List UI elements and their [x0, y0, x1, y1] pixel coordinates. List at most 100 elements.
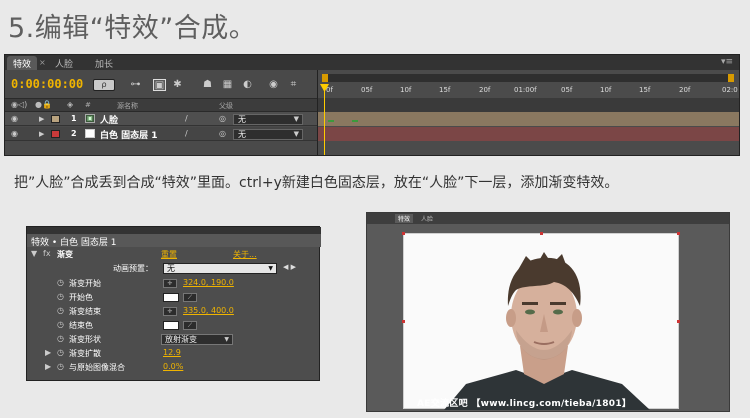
layer-duration-bar[interactable] [318, 127, 739, 141]
property-value[interactable]: 324.0, 190.0 [183, 278, 234, 287]
transform-handle[interactable] [402, 232, 405, 235]
composition-preview-panel: 特效 人脸 AE交流区吧 【www.lincg.com/tieba/1801】 [366, 212, 730, 412]
chevron-down-icon: ▼ [224, 336, 229, 343]
shy-layers-icon[interactable]: ☗ [201, 79, 214, 91]
layer-name[interactable]: 人脸 [100, 113, 118, 126]
expand-triangle-icon[interactable]: ▶ [39, 115, 44, 123]
end-color-swatch[interactable] [163, 321, 179, 330]
effect-name[interactable]: 渐变 [57, 249, 73, 260]
layer-search-input[interactable]: ρ [93, 79, 115, 91]
about-link[interactable]: 关于... [233, 249, 257, 260]
layer-column-header: ◉◁) ●🔒 ◈ # 源名称 父级 [5, 98, 317, 112]
stopwatch-icon[interactable]: ◷ [57, 348, 64, 357]
brainstorm-icon[interactable]: ◉ [267, 79, 280, 91]
page-heading: 5.编辑“特效”合成。 [8, 13, 257, 44]
preset-label: 动画预置： [113, 264, 153, 273]
layer-row[interactable]: ◉ ▶ 1 ▣ 人脸 / ◎ 无 ▼ [5, 112, 317, 126]
animation-preset-select[interactable]: 无 ▼ [163, 263, 277, 274]
ruler-tick-label: 02:0 [722, 86, 738, 94]
tab-face-comp[interactable]: 人脸 [49, 56, 79, 70]
property-label: 渐变扩散 [69, 349, 101, 358]
layer-row[interactable]: ◉ ▶ 2 白色 固态层 1 / ◎ 无 ▼ [5, 127, 317, 141]
time-navigator-bar[interactable] [322, 74, 734, 82]
stopwatch-icon[interactable]: ◷ [57, 292, 64, 301]
preview-tab-bar: 特效 人脸 [367, 213, 729, 224]
frame-blending-icon[interactable]: ▦ [221, 79, 234, 91]
chevron-down-icon: ▼ [293, 130, 299, 138]
property-label: 结束色 [69, 321, 93, 330]
preview-tab-face[interactable]: 人脸 [421, 214, 433, 223]
property-value[interactable]: 0.0% [163, 362, 183, 371]
eyedropper-icon[interactable]: ⟋ [183, 293, 197, 302]
current-time-indicator[interactable] [324, 84, 325, 155]
close-tab-icon[interactable]: × [39, 58, 46, 67]
draft-3d-icon[interactable]: ✱ [171, 79, 184, 91]
timeline-toolbar: 0:00:00:00 ρ ⊶ ▣ ✱ ☗ ▦ ◐ ◉ ⌗ [5, 70, 317, 98]
pick-whip-icon[interactable]: ◎ [219, 129, 226, 138]
timeline-tab-bar: 特效 × 人脸 加长 ▾≡ [5, 55, 739, 70]
parent-select[interactable]: 无 ▼ [233, 129, 303, 140]
ruler-tick-label: 20f [479, 86, 491, 94]
expand-triangle-icon[interactable]: ▶ [45, 362, 51, 371]
effect-controls-panel: 特效 • 白色 固态层 1 ▼ fx 渐变 重置 关于... 动画预置： 无 ▼ … [26, 226, 321, 381]
fx-icon[interactable]: fx [43, 249, 51, 258]
property-row: ◷ 开始色 ⟋ [27, 292, 321, 304]
stopwatch-icon[interactable]: ◷ [57, 278, 64, 287]
composition-canvas[interactable] [402, 232, 680, 410]
quality-switch[interactable]: / [185, 114, 188, 123]
label-tag-icon: ◈ [67, 100, 74, 109]
pick-whip-icon[interactable]: ◎ [219, 114, 226, 123]
property-value[interactable]: 12.9 [163, 348, 181, 357]
motion-blur-icon[interactable]: ◐ [241, 79, 254, 91]
ruler-tick-label: 01:00f [514, 86, 537, 94]
expand-triangle-icon[interactable]: ▶ [39, 130, 44, 138]
time-graph-area[interactable]: 0f 05f 10f 15f 20f 01:00f 05f 10f 15f 20… [317, 70, 739, 155]
parent-select[interactable]: 无 ▼ [233, 114, 303, 125]
crosshair-icon[interactable]: ✛ [163, 307, 177, 316]
crosshair-icon[interactable]: ✛ [163, 279, 177, 288]
time-ruler[interactable]: 0f 05f 10f 15f 20f 01:00f 05f 10f 15f 20… [318, 84, 739, 98]
transform-handle[interactable] [540, 232, 543, 235]
ramp-shape-select[interactable]: 放射渐变 ▼ [161, 334, 233, 345]
label-color-swatch[interactable] [51, 130, 60, 138]
panel-menu-icon[interactable]: ▾≡ [721, 57, 733, 67]
transform-handle[interactable] [402, 320, 405, 323]
column-parent[interactable]: 父级 [219, 101, 233, 111]
tab-extend-comp[interactable]: 加长 [89, 56, 119, 70]
eyedropper-icon[interactable]: ⟋ [183, 321, 197, 330]
property-value[interactable]: 335.0, 400.0 [183, 306, 234, 315]
property-row: ◷ 渐变形状 放射渐变 ▼ [27, 334, 321, 346]
property-row: ◷ 渐变结束 ✛ 335.0, 400.0 [27, 306, 321, 318]
collapse-triangle-icon[interactable]: ▼ [31, 249, 37, 258]
navigator-start-handle[interactable] [322, 74, 328, 82]
precomp-layer-icon: ▣ [85, 114, 95, 123]
stopwatch-icon[interactable]: ◷ [57, 306, 64, 315]
navigator-end-handle[interactable] [728, 74, 734, 82]
stopwatch-icon[interactable]: ◷ [57, 362, 64, 371]
eye-icon[interactable]: ◉ [11, 114, 18, 123]
label-color-swatch[interactable] [51, 115, 60, 123]
transform-handle[interactable] [677, 232, 680, 235]
mini-flowchart-icon[interactable]: ⊶ [129, 79, 142, 91]
layer-name[interactable]: 白色 固态层 1 [100, 128, 158, 141]
stopwatch-icon[interactable]: ◷ [57, 320, 64, 329]
preview-tab-effects[interactable]: 特效 [395, 214, 414, 223]
eye-icon[interactable]: ◉ [11, 129, 18, 138]
tab-effects-comp[interactable]: 特效 [7, 56, 38, 70]
expand-triangle-icon[interactable]: ▶ [45, 348, 51, 357]
layer-duration-bar[interactable] [318, 112, 739, 126]
video-toggle-icon[interactable]: ◉◁) [11, 100, 27, 109]
current-timecode[interactable]: 0:00:00:00 [11, 77, 83, 91]
work-area-bar[interactable] [318, 98, 739, 112]
graph-editor-icon[interactable]: ⌗ [287, 79, 300, 91]
composition-icon[interactable]: ▣ [153, 79, 166, 91]
reset-link[interactable]: 重置 [161, 249, 177, 260]
lock-icon[interactable]: ●🔒 [35, 100, 52, 109]
stopwatch-icon[interactable]: ◷ [57, 334, 64, 343]
transform-handle[interactable] [677, 320, 680, 323]
property-row: ◷ 结束色 ⟋ [27, 320, 321, 332]
preset-nav-arrows[interactable]: ◀ ▶ [283, 263, 296, 271]
column-source-name[interactable]: 源名称 [117, 101, 138, 111]
quality-switch[interactable]: / [185, 129, 188, 138]
start-color-swatch[interactable] [163, 293, 179, 302]
